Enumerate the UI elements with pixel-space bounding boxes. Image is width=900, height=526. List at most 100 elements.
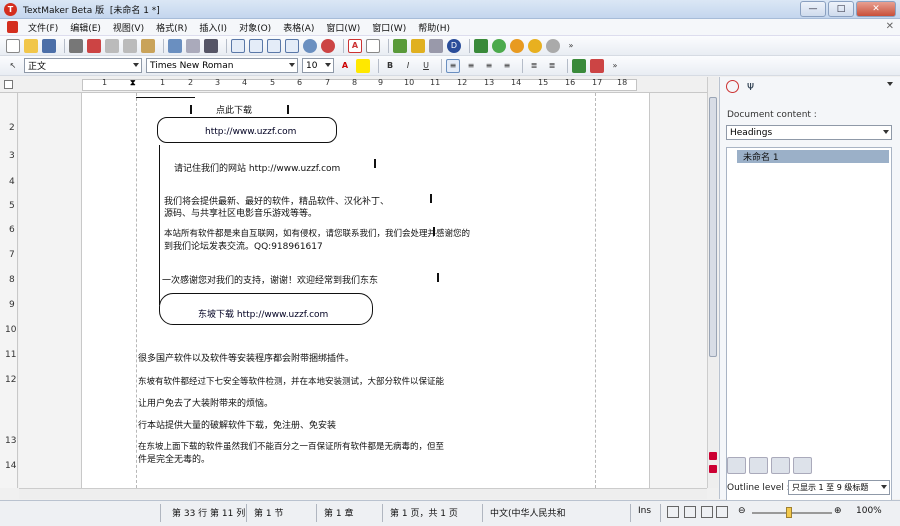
save-icon[interactable] bbox=[42, 38, 56, 53]
text-frame-icon[interactable]: A bbox=[348, 38, 362, 53]
bold-icon[interactable]: B bbox=[383, 59, 397, 73]
toolbar-more-icon[interactable]: » bbox=[564, 39, 578, 53]
character-format-icon[interactable] bbox=[572, 58, 586, 73]
cut-icon[interactable] bbox=[105, 38, 119, 53]
outline-item[interactable]: 未命名 1 bbox=[737, 150, 889, 163]
language-indicator[interactable]: 中文(中华人民共和 bbox=[490, 506, 566, 519]
toolbar-gray-icon[interactable] bbox=[546, 38, 560, 53]
vertical-ruler: 2 3 4 5 6 7 8 9 10 11 12 13 14 bbox=[0, 93, 18, 488]
menu-help[interactable]: 帮助(H) bbox=[412, 21, 456, 34]
document-page[interactable]: 点此下载 http://www.uzzf.com 请记住我们的网站 http:/… bbox=[81, 93, 650, 488]
scroll-thumb[interactable] bbox=[709, 97, 717, 357]
undo-icon[interactable] bbox=[168, 38, 182, 53]
style-select[interactable]: 正文 bbox=[24, 58, 142, 73]
prev-page-icon[interactable] bbox=[709, 452, 717, 460]
menu-tools[interactable]: 窗口(W) bbox=[320, 21, 366, 34]
outline-level-select[interactable]: 只显示 1 至 9 级标题 bbox=[788, 480, 890, 495]
format-toolbar: ↖ 正文 Times New Roman 10 A B I U ≡ ≡ ≡ ≡ … bbox=[0, 56, 900, 76]
print-icon[interactable] bbox=[69, 38, 83, 53]
view-normal-icon[interactable] bbox=[667, 506, 679, 518]
database-icon[interactable]: D bbox=[447, 38, 461, 53]
redo-icon[interactable] bbox=[186, 38, 200, 53]
indent-marker-icon[interactable]: ⧗ bbox=[130, 78, 136, 88]
zoom-level: 100% bbox=[856, 506, 882, 516]
pointer-icon[interactable]: ↖ bbox=[6, 59, 20, 73]
toolbar-more-icon[interactable]: » bbox=[608, 59, 622, 73]
previous-icon[interactable] bbox=[749, 457, 768, 474]
sidebar-tools-icon[interactable]: ᴪ bbox=[747, 79, 754, 93]
toolbar-yellow-icon[interactable] bbox=[528, 38, 542, 53]
justify-icon[interactable]: ≡ bbox=[500, 59, 514, 73]
zoom-slider[interactable] bbox=[752, 512, 832, 514]
first-icon[interactable] bbox=[727, 457, 746, 474]
font-size-select[interactable]: 10 bbox=[302, 58, 334, 73]
document-icon[interactable] bbox=[7, 21, 18, 33]
underline-icon[interactable]: U bbox=[419, 59, 433, 73]
horizontal-scrollbar[interactable] bbox=[19, 488, 707, 499]
menu-edit[interactable]: 编辑(E) bbox=[64, 21, 107, 34]
minimize-button[interactable]: — bbox=[800, 1, 826, 17]
last-icon[interactable] bbox=[793, 457, 812, 474]
zoom-in-icon[interactable]: ⊕ bbox=[834, 506, 842, 516]
view-outline-icon[interactable] bbox=[701, 506, 713, 518]
zoom-slider-thumb[interactable] bbox=[786, 507, 792, 518]
align-right-icon[interactable]: ≡ bbox=[482, 59, 496, 73]
menu-insert[interactable]: 插入(I) bbox=[193, 21, 233, 34]
pdf-icon[interactable] bbox=[87, 38, 101, 53]
menu-window[interactable]: 窗口(W) bbox=[366, 21, 412, 34]
next-page-icon[interactable] bbox=[709, 465, 717, 473]
ruler-mark: 10 bbox=[404, 78, 415, 87]
download-link[interactable]: 东坡下载 http://www.uzzf.com bbox=[198, 307, 328, 320]
new-icon[interactable] bbox=[6, 38, 20, 53]
site-link[interactable]: http://www.uzzf.com bbox=[205, 127, 296, 137]
normal-view-icon[interactable] bbox=[231, 38, 245, 53]
align-left-icon[interactable]: ≡ bbox=[446, 58, 460, 73]
paragraph-icon[interactable] bbox=[474, 38, 488, 53]
maximize-button[interactable]: □ bbox=[828, 1, 854, 17]
horizontal-ruler[interactable]: 1 ⧗ 1 2 3 4 5 6 7 8 9 10 11 12 13 14 15 … bbox=[0, 77, 718, 93]
paste-icon[interactable] bbox=[141, 38, 155, 53]
close-button[interactable]: ✕ bbox=[856, 1, 896, 17]
italic-icon[interactable]: I bbox=[401, 59, 415, 73]
bullets-icon[interactable]: ≣ bbox=[545, 59, 559, 73]
open-icon[interactable] bbox=[24, 38, 38, 53]
next-icon[interactable] bbox=[771, 457, 790, 474]
highlight-icon[interactable] bbox=[411, 38, 425, 53]
download-label: 点此下载 bbox=[216, 106, 253, 116]
insert-object-icon[interactable] bbox=[366, 38, 380, 53]
menu-table[interactable]: 表格(A) bbox=[277, 21, 320, 34]
vertical-scrollbar[interactable] bbox=[707, 77, 718, 488]
toolbar-orange-icon[interactable] bbox=[510, 38, 524, 53]
numbering-icon[interactable]: ≣ bbox=[527, 59, 541, 73]
headings-select[interactable]: Headings bbox=[726, 125, 892, 140]
insert-mode[interactable]: Ins bbox=[638, 506, 651, 516]
page-view-icon[interactable] bbox=[249, 38, 263, 53]
document-area[interactable]: 点此下载 http://www.uzzf.com 请记住我们的网站 http:/… bbox=[19, 93, 707, 488]
find-icon[interactable] bbox=[204, 38, 218, 53]
document-close-icon[interactable]: ✕ bbox=[886, 21, 894, 32]
zoom-fit-icon[interactable] bbox=[321, 38, 335, 53]
menu-view[interactable]: 视图(V) bbox=[107, 21, 150, 34]
zoom-out-icon[interactable]: ⊖ bbox=[738, 506, 746, 516]
view-master-icon[interactable] bbox=[716, 506, 728, 518]
font-color-icon[interactable]: A bbox=[338, 59, 352, 73]
highlight-color-icon[interactable] bbox=[356, 58, 370, 73]
document-content-label: Document content : bbox=[727, 110, 817, 120]
copy-icon[interactable] bbox=[123, 38, 137, 53]
compass-icon[interactable] bbox=[726, 79, 739, 93]
master-view-icon[interactable] bbox=[285, 38, 299, 53]
view-page-icon[interactable] bbox=[684, 506, 696, 518]
align-center-icon[interactable]: ≡ bbox=[464, 59, 478, 73]
sidebar-menu-icon[interactable] bbox=[887, 82, 893, 86]
spellcheck-icon[interactable] bbox=[393, 38, 407, 53]
outline-view-icon[interactable] bbox=[267, 38, 281, 53]
font-select[interactable]: Times New Roman bbox=[146, 58, 298, 73]
tab-stop-icon[interactable] bbox=[4, 80, 13, 89]
zoom-icon[interactable] bbox=[303, 38, 317, 53]
menu-file[interactable]: 文件(F) bbox=[22, 21, 64, 34]
paragraph-format-icon[interactable] bbox=[590, 58, 604, 73]
copy-format-icon[interactable] bbox=[429, 38, 443, 53]
toolbar-green-icon[interactable] bbox=[492, 38, 506, 53]
menu-format[interactable]: 格式(R) bbox=[150, 21, 193, 34]
menu-object[interactable]: 对象(O) bbox=[233, 21, 277, 34]
